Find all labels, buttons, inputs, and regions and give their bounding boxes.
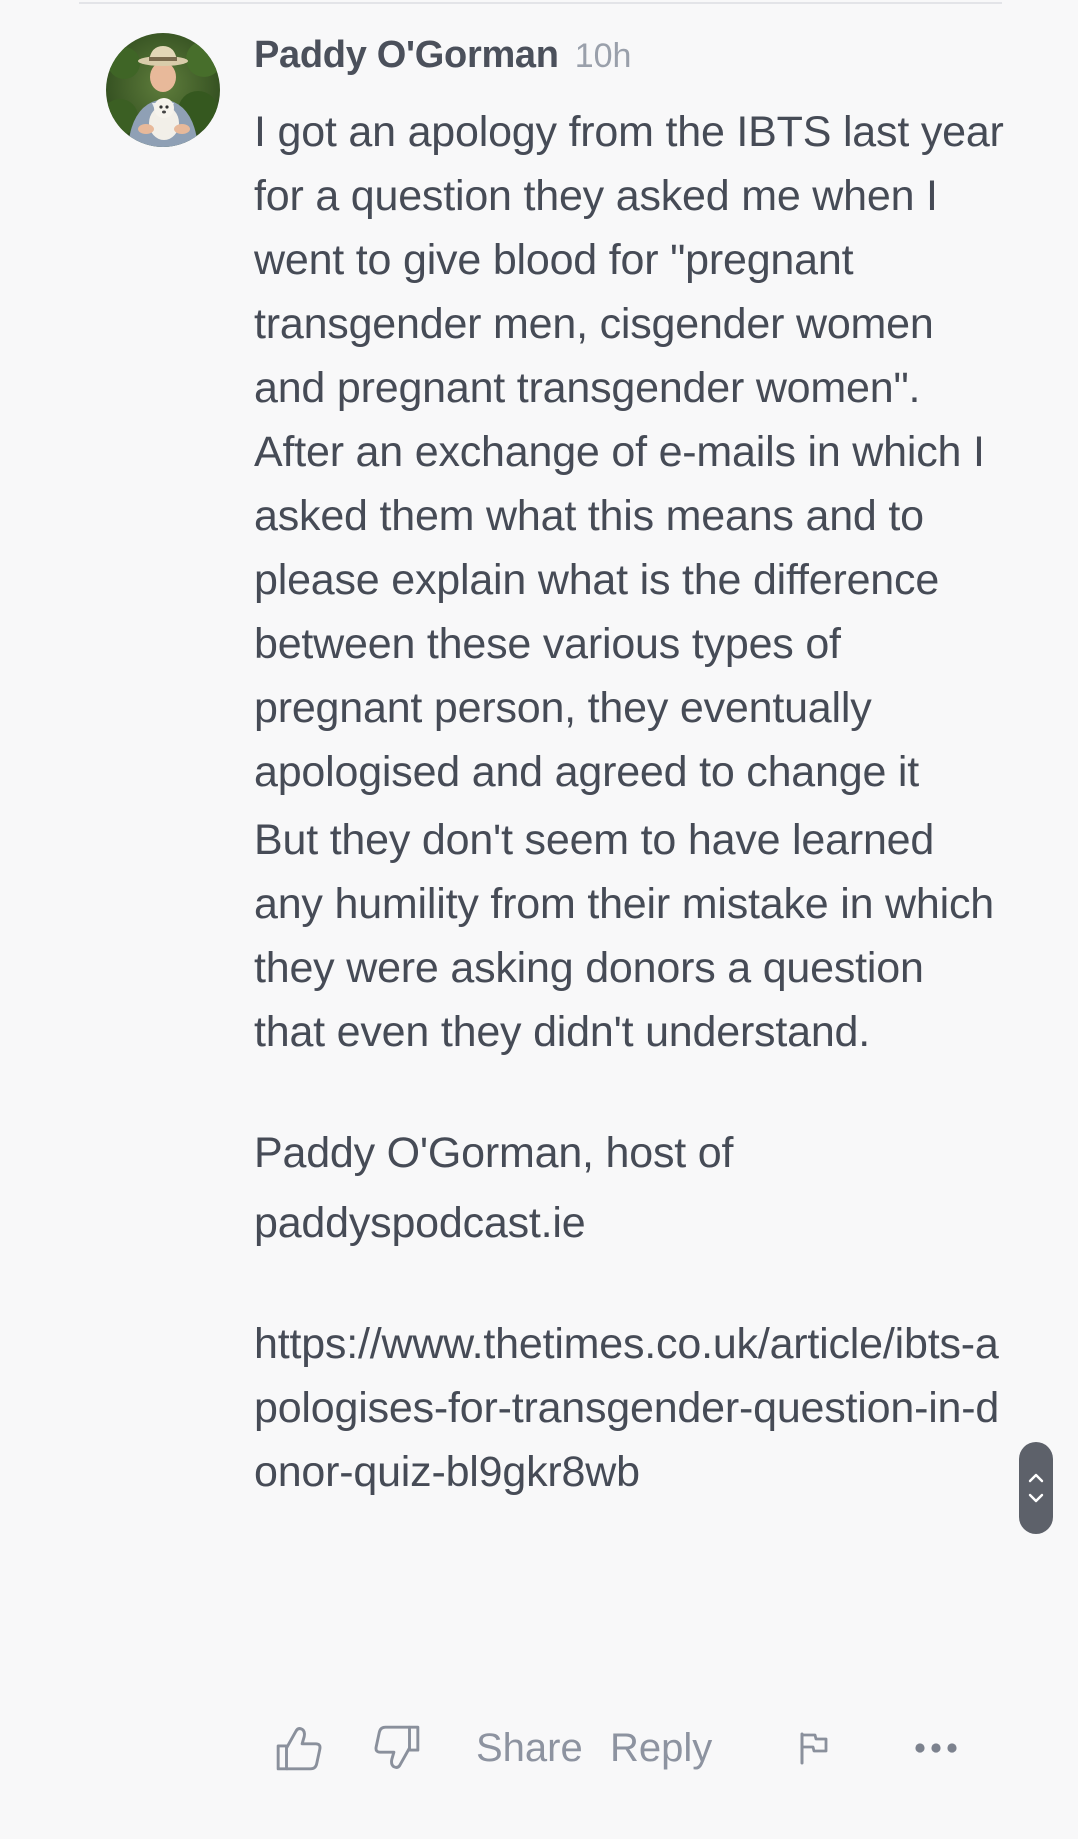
share-label: Share [476, 1725, 583, 1770]
more-options-button[interactable] [914, 1715, 958, 1781]
chevron-up-icon [1028, 1473, 1044, 1483]
top-divider [79, 2, 1002, 4]
flag-icon [800, 1732, 828, 1765]
comment-body: I got an apology from the IBTS last year… [254, 100, 1004, 1504]
share-button[interactable]: Share [476, 1715, 583, 1781]
comment-link[interactable]: https://www.thetimes.co.uk/article/ibts-… [254, 1312, 1004, 1504]
thumbs-down-icon [374, 1725, 420, 1769]
author-name[interactable]: Paddy O'Gorman [254, 34, 559, 77]
comment-paragraph: But they don't seem to have learned any … [254, 816, 994, 1056]
reply-button[interactable]: Reply [610, 1715, 712, 1781]
comment-header: Paddy O'Gorman 10h [254, 34, 631, 84]
dislike-button[interactable] [372, 1715, 422, 1781]
flag-button[interactable] [796, 1715, 832, 1781]
chevron-down-icon [1028, 1493, 1044, 1503]
avatar[interactable] [106, 33, 220, 147]
scroll-handle[interactable] [1019, 1442, 1053, 1534]
comment-paragraph: Paddy O'Gorman, host of paddyspodcast.ie [254, 1129, 734, 1247]
reply-label: Reply [610, 1725, 713, 1770]
more-icon [915, 1743, 957, 1753]
like-button[interactable] [274, 1715, 324, 1781]
avatar-image [106, 33, 220, 147]
comment-timestamp[interactable]: 10h [575, 37, 632, 76]
thumbs-up-icon [276, 1727, 322, 1771]
comment-paragraph: I got an apology from the IBTS last year… [254, 108, 1004, 796]
comment-actions: Share Reply [270, 1715, 1010, 1781]
